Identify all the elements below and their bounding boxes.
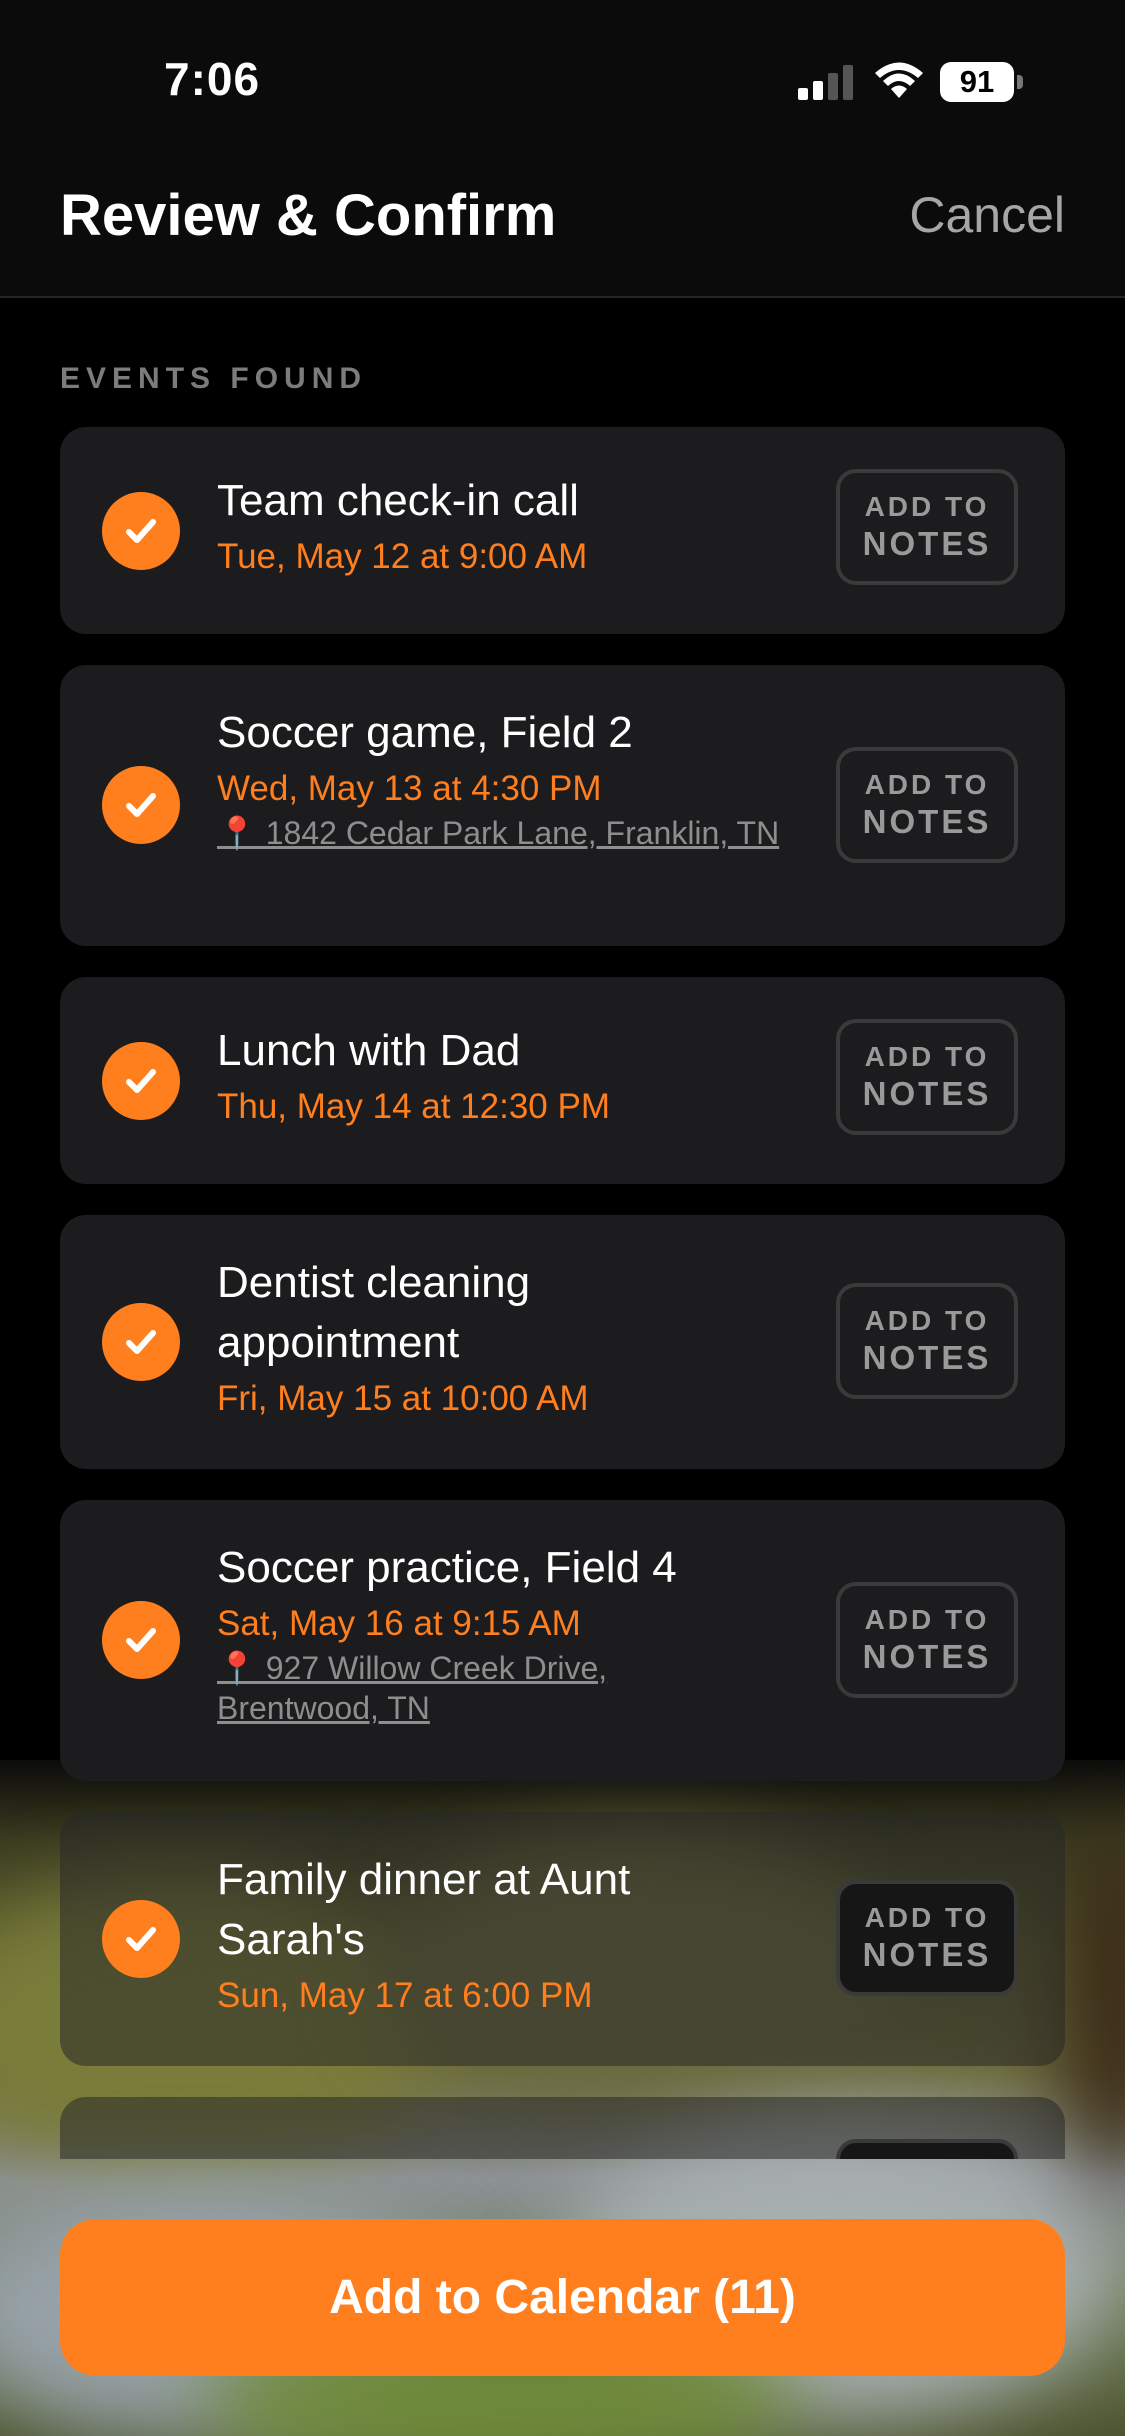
notes-button-label-top: ADD TO xyxy=(864,1604,990,1635)
event-date: Tue, May 12 at 9:00 AM xyxy=(217,537,588,576)
add-to-calendar-button[interactable]: Add to Calendar (11) xyxy=(60,2219,1065,2376)
notes-button-label-bottom: NOTES xyxy=(862,803,992,840)
status-bar: 7:06 91 xyxy=(0,0,1125,160)
checkmark-icon[interactable] xyxy=(102,1601,180,1679)
event-card[interactable]: Soccer game, Field 2 Wed, May 13 at 4:30… xyxy=(60,665,1065,946)
status-time: 7:06 xyxy=(164,53,261,105)
event-date: Sun, May 17 at 6:00 PM xyxy=(217,1976,593,2015)
event-card[interactable]: Lunch with Dad Thu, May 14 at 12:30 PM A… xyxy=(60,977,1065,1184)
add-to-notes-button[interactable]: ADD TO NOTES xyxy=(836,469,1018,585)
notes-button-label-top: ADD TO xyxy=(864,1305,990,1336)
notes-button-label-bottom: NOTES xyxy=(862,1075,992,1112)
wifi-icon xyxy=(875,62,923,98)
event-card[interactable]: Family dinner at Aunt Sarah's Sun, May 1… xyxy=(60,1812,1065,2066)
navigation-bar: Review & Confirm Cancel xyxy=(0,160,1125,298)
event-title: Family dinner at Aunt Sarah's xyxy=(217,1855,631,1964)
page-title: Review & Confirm xyxy=(60,183,557,248)
event-card[interactable]: Team check-in call Tue, May 12 at 9:00 A… xyxy=(60,427,1065,634)
notes-button-label-top: ADD TO xyxy=(864,1902,990,1933)
event-title: Soccer practice, Field 4 xyxy=(217,1543,677,1592)
add-to-notes-button[interactable] xyxy=(836,2139,1018,2159)
notes-button-label-top: ADD TO xyxy=(864,1041,990,1072)
battery-icon: 91 xyxy=(940,62,1024,102)
battery-level: 91 xyxy=(940,62,1014,102)
checkmark-icon[interactable] xyxy=(102,1900,180,1978)
add-to-notes-button[interactable]: ADD TO NOTES xyxy=(836,747,1018,863)
checkmark-icon[interactable] xyxy=(102,766,180,844)
event-title: Soccer game, Field 2 xyxy=(217,708,633,757)
notes-button-label-top: ADD TO xyxy=(864,769,990,800)
notes-button-label-top: ADD TO xyxy=(864,491,990,522)
event-title: Lunch with Dad xyxy=(217,1026,521,1075)
event-date: Fri, May 15 at 10:00 AM xyxy=(217,1379,589,1418)
event-card[interactable] xyxy=(60,2097,1065,2159)
notes-button-label-bottom: NOTES xyxy=(862,1638,992,1675)
notes-button-label-bottom: NOTES xyxy=(862,1936,992,1973)
event-date: Wed, May 13 at 4:30 PM xyxy=(217,769,602,808)
event-title: Dentist cleaning appointment xyxy=(217,1258,531,1367)
notes-button-label-bottom: NOTES xyxy=(862,1339,992,1376)
event-card[interactable]: Soccer practice, Field 4 Sat, May 16 at … xyxy=(60,1500,1065,1781)
add-to-notes-button[interactable]: ADD TO NOTES xyxy=(836,1283,1018,1399)
notes-button-label-bottom: NOTES xyxy=(862,525,992,562)
cellular-signal-icon xyxy=(798,65,853,100)
event-location-link[interactable]: 📍 927 Willow Creek Drive, Brentwood, TN xyxy=(217,1648,697,1728)
checkmark-icon[interactable] xyxy=(102,492,180,570)
checkmark-icon[interactable] xyxy=(102,1042,180,1120)
checkmark-icon[interactable] xyxy=(102,1303,180,1381)
event-date: Thu, May 14 at 12:30 PM xyxy=(217,1087,610,1126)
event-card[interactable]: Dentist cleaning appointment Fri, May 15… xyxy=(60,1215,1065,1469)
cancel-button[interactable]: Cancel xyxy=(909,186,1065,244)
add-to-notes-button[interactable]: ADD TO NOTES xyxy=(836,1019,1018,1135)
add-to-notes-button[interactable]: ADD TO NOTES xyxy=(836,1880,1018,1996)
event-location-link[interactable]: 📍 1842 Cedar Park Lane, Franklin, TN xyxy=(217,813,857,853)
event-title: Team check-in call xyxy=(217,476,579,525)
event-date: Sat, May 16 at 9:15 AM xyxy=(217,1604,581,1643)
event-list: Team check-in call Tue, May 12 at 9:00 A… xyxy=(60,427,1065,2159)
section-header: EVENTS FOUND xyxy=(60,362,368,395)
add-to-notes-button[interactable]: ADD TO NOTES xyxy=(836,1582,1018,1698)
